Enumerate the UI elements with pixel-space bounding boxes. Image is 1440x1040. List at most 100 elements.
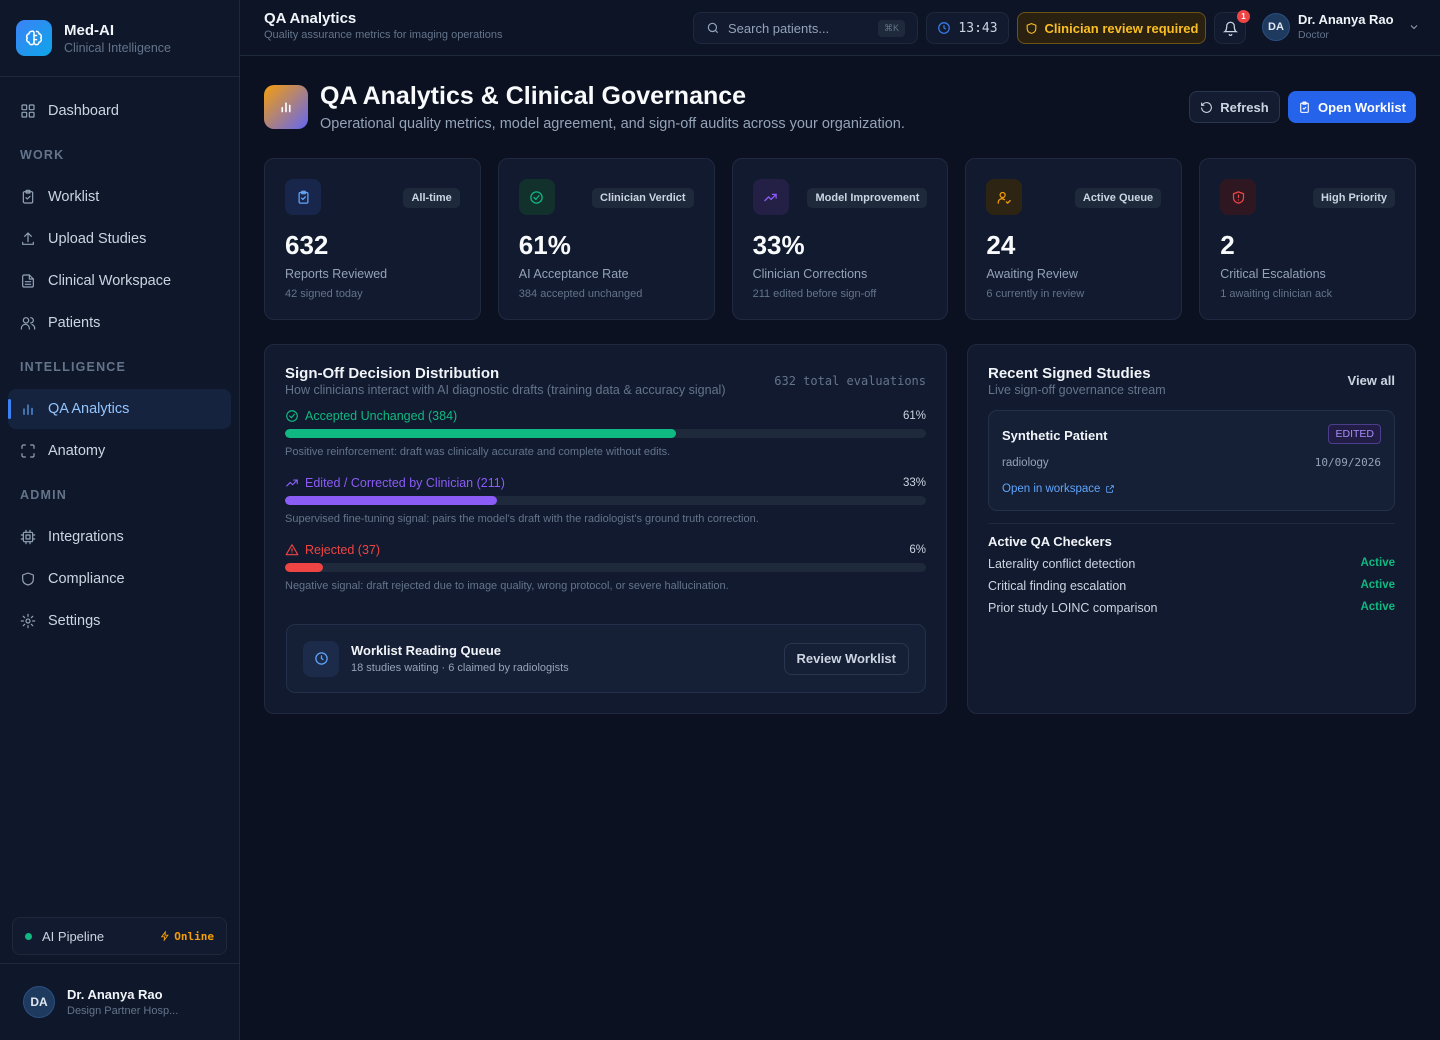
search-input[interactable]: Search patients... ⌘K (693, 12, 918, 44)
bar-chart-icon (23, 404, 33, 415)
stat-note: 42 signed today (285, 288, 363, 300)
nav-section-work: WORK (20, 148, 65, 162)
bar-track (285, 563, 926, 572)
stat-tag: High Priority (1312, 188, 1395, 208)
topbar-subtitle: Quality assurance metrics for imaging op… (264, 29, 503, 41)
upload-icon (22, 232, 34, 245)
nav-section-admin: ADMIN (20, 488, 67, 502)
clock-icon (303, 640, 339, 677)
stat-card-ai-acceptance: Clinician Verdict 61% AI Acceptance Rate… (497, 158, 715, 320)
stat-card-reports-reviewed: All-time 632 Reports Reviewed 42 signed … (264, 158, 481, 320)
stat-card-critical-escalations: High Priority 2 Critical Escalations 1 a… (1199, 158, 1416, 320)
bar-track (285, 429, 926, 438)
shield-icon (1026, 22, 1036, 34)
distribution-bar-accepted: Accepted Unchanged (384) 61% Positive re… (285, 409, 926, 458)
stat-note: 211 edited before sign-off (752, 288, 877, 300)
clipboard-icon (285, 179, 321, 215)
ai-pipeline-status[interactable]: AI Pipeline Online (12, 917, 227, 955)
sidebar-item-label: Upload Studies (48, 231, 147, 247)
qa-checker-row: Prior study LOINC comparison Active (988, 601, 1395, 615)
bar-note: Positive reinforcement: draft was clinic… (285, 446, 671, 458)
bar-percentage: 33% (902, 477, 926, 489)
clipboard-check-icon (22, 189, 34, 204)
cpu-icon (20, 529, 36, 545)
notifications-button[interactable]: 1 (1214, 10, 1250, 44)
bar-note: Negative signal: draft rejected due to i… (285, 580, 729, 592)
stat-cards: All-time 632 Reports Reviewed 42 signed … (264, 158, 1416, 320)
review-badge-text: Clinician review required (1044, 20, 1199, 36)
search-shortcut: ⌘K (877, 19, 905, 37)
stat-value: 24 (986, 230, 1016, 260)
grid-icon (21, 104, 35, 118)
checker-name: Prior study LOINC comparison (988, 601, 1158, 615)
sidebar-item-label: Settings (48, 613, 101, 629)
shield-icon (22, 572, 34, 586)
stat-label: Clinician Corrections (752, 267, 868, 281)
view-all-link[interactable]: View all (1348, 373, 1395, 388)
sidebar-item-compliance[interactable]: Compliance (8, 559, 231, 599)
chevron-down-icon (1410, 24, 1417, 29)
topbar: QA Analytics Quality assurance metrics f… (240, 0, 1440, 56)
sign-off-distribution-panel: Sign-Off Decision Distribution How clini… (264, 344, 947, 714)
bar-track (285, 496, 926, 505)
stat-card-awaiting-review: Active Queue 24 Awaiting Review 6 curren… (965, 158, 1183, 320)
sidebar-item-integrations[interactable]: Integrations (8, 517, 231, 557)
divider (988, 523, 1395, 524)
avatar: DA (1262, 12, 1290, 41)
bar-note: Supervised fine-tuning signal: pairs the… (285, 513, 759, 525)
stat-note: 384 accepted unchanged (518, 288, 643, 300)
sidebar-item-worklist[interactable]: Worklist (8, 177, 231, 217)
pipeline-status-text: Online (174, 929, 214, 943)
qa-checker-row: Laterality conflict detection Active (988, 557, 1395, 571)
checker-status: Active (1360, 579, 1395, 591)
queue-subtitle: 18 studies waiting · 6 claimed by radiol… (351, 662, 569, 674)
review-worklist-button[interactable]: Review Worklist (783, 642, 909, 675)
sidebar-item-settings[interactable]: Settings (8, 601, 231, 641)
clock-time: 13:43 (958, 20, 998, 36)
study-date: 10/09/2026 (1314, 456, 1381, 469)
clinician-review-badge[interactable]: Clinician review required (1017, 12, 1206, 44)
clock: 13:43 (926, 12, 1009, 44)
check-circle-icon (518, 179, 555, 215)
qa-checkers-title: Active QA Checkers (988, 534, 1112, 549)
scan-icon (21, 444, 35, 458)
sidebar-item-patients[interactable]: Patients (8, 303, 231, 343)
avatar: DA (23, 986, 55, 1018)
panel-subtitle: Live sign-off governance stream (988, 383, 1166, 397)
study-patient-name: Synthetic Patient (1002, 428, 1108, 443)
page-title: QA Analytics & Clinical Governance (320, 82, 747, 110)
study-card[interactable]: Synthetic Patient EDITED radiology 10/09… (988, 410, 1395, 511)
lightning-icon (161, 931, 170, 941)
brand-name: Med-AI (64, 21, 114, 39)
bar-fill (285, 429, 676, 438)
topbar-title: QA Analytics (264, 10, 357, 27)
user-check-icon (986, 179, 1023, 215)
user-menu[interactable]: DA Dr. Ananya Rao Doctor (1262, 12, 1420, 41)
stat-label: Reports Reviewed (285, 267, 388, 281)
open-worklist-button[interactable]: Open Worklist (1288, 91, 1416, 123)
stat-tag: Active Queue (1074, 188, 1162, 208)
queue-title: Worklist Reading Queue (351, 643, 502, 658)
sidebar-item-label: Patients (48, 315, 101, 331)
sidebar: Med-AI Clinical Intelligence Dashboard W… (0, 0, 240, 1040)
checker-name: Laterality conflict detection (988, 557, 1136, 571)
sidebar-item-dashboard[interactable]: Dashboard (8, 91, 231, 131)
stat-note: 6 currently in review (986, 288, 1085, 300)
panel-title: Recent Signed Studies (988, 365, 1151, 382)
refresh-icon (1201, 101, 1213, 113)
sidebar-item-clinical-workspace[interactable]: Clinical Workspace (8, 261, 231, 301)
bar-percentage: 61% (902, 410, 926, 422)
bar-label: Edited / Corrected by Clinician (211) (305, 476, 505, 490)
nav-section-intelligence: INTELLIGENCE (20, 360, 127, 374)
brand[interactable]: Med-AI Clinical Intelligence (0, 0, 239, 77)
sidebar-item-anatomy[interactable]: Anatomy (8, 431, 231, 471)
sidebar-item-qa-analytics[interactable]: QA Analytics (8, 389, 231, 429)
stat-label: Awaiting Review (986, 267, 1078, 281)
stat-card-clinician-corrections: Model Improvement 33% Clinician Correcti… (731, 158, 949, 320)
trending-up-icon (286, 479, 298, 487)
open-in-workspace-link[interactable]: Open in workspace (1002, 483, 1381, 495)
search-icon (707, 22, 719, 34)
sidebar-item-upload-studies[interactable]: Upload Studies (8, 219, 231, 259)
sidebar-user[interactable]: DA Dr. Ananya Rao Design Partner Hosp... (0, 963, 240, 1040)
refresh-button[interactable]: Refresh (1189, 91, 1280, 123)
